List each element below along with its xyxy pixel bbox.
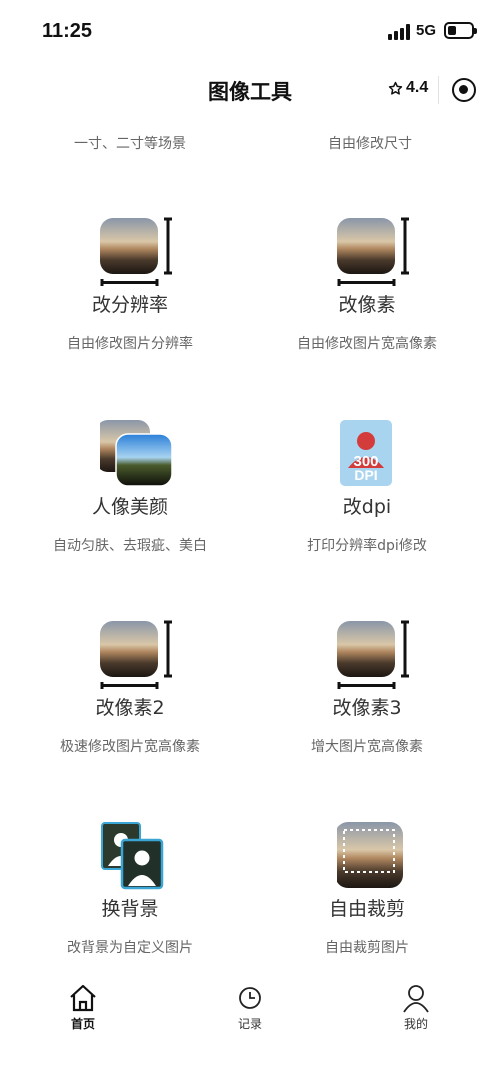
user-icon xyxy=(403,985,429,1013)
beauty-photos-icon xyxy=(100,420,173,487)
star-icon xyxy=(388,81,403,95)
tool-desc: 改背景为自定义图片 xyxy=(67,940,193,956)
tool-name: 改分辨率 xyxy=(91,294,168,316)
tool-name: 改像素 xyxy=(338,294,396,316)
rating-value: 4.4 xyxy=(406,79,429,96)
tab-records[interactable]: 记录 xyxy=(200,983,300,1043)
svg-text:DPI: DPI xyxy=(354,467,377,483)
tool-portrait-beauty[interactable]: 人像美颜 自动匀肤、去瑕疵、美白 xyxy=(5,418,255,608)
tab-label: 记录 xyxy=(237,1017,262,1031)
tool-name: 人像美颜 xyxy=(91,496,168,518)
tool-desc: 自由修改图片宽高像素 xyxy=(297,336,437,352)
resize-photo-icon xyxy=(337,620,409,689)
crop-photo-icon xyxy=(337,822,403,888)
navigation-bar: 图像工具 4.4 xyxy=(0,64,500,116)
tool-desc: 自由修改图片分辨率 xyxy=(67,336,193,352)
tool-desc: 自由裁剪图片 xyxy=(325,940,409,956)
tab-label: 我的 xyxy=(403,1017,428,1031)
resize-photo-icon xyxy=(100,217,172,286)
tool-change-pixels-3[interactable]: 改像素3 增大图片宽高像素 xyxy=(242,619,492,809)
tab-bar: 首页 记录 我的 xyxy=(0,975,500,1065)
top-row-desc-left: 一寸、二寸等场景 xyxy=(74,136,186,152)
dpi-icon: 300 DPI xyxy=(340,420,392,486)
rating-button[interactable]: 4.4 xyxy=(388,79,428,97)
resize-photo-icon xyxy=(337,217,409,286)
tool-change-pixels[interactable]: 改像素 自由修改图片宽高像素 xyxy=(242,216,492,406)
tab-mine[interactable]: 我的 xyxy=(366,983,466,1043)
tool-name: 改像素3 xyxy=(332,697,402,719)
home-icon xyxy=(70,984,96,1012)
tool-desc: 自动匀肤、去瑕疵、美白 xyxy=(53,538,207,554)
tool-desc: 打印分辨率dpi修改 xyxy=(307,538,427,554)
tool-desc: 增大图片宽高像素 xyxy=(311,739,423,755)
resize-photo-icon xyxy=(100,620,172,689)
close-miniprogram-icon[interactable] xyxy=(452,78,476,102)
tool-change-pixels-2[interactable]: 改像素2 极速修改图片宽高像素 xyxy=(5,619,255,809)
capsule-divider xyxy=(438,76,439,104)
tool-name: 换背景 xyxy=(101,898,159,920)
status-time: 11:25 xyxy=(42,20,93,42)
network-type: 5G xyxy=(416,22,437,39)
top-row-desc-right: 自由修改尺寸 xyxy=(328,136,412,152)
change-background-icon xyxy=(101,822,164,890)
tool-name: 改像素2 xyxy=(95,697,165,719)
status-bar: 11:25 5G xyxy=(0,0,500,64)
tab-label: 首页 xyxy=(70,1017,95,1031)
tool-name: 自由裁剪 xyxy=(328,898,405,920)
signal-icon xyxy=(388,24,410,40)
tool-name: 改dpi xyxy=(342,496,392,518)
tool-change-dpi[interactable]: 300 DPI 改dpi 打印分辨率dpi修改 xyxy=(242,418,492,608)
tab-home[interactable]: 首页 xyxy=(33,983,133,1043)
clock-icon xyxy=(239,987,261,1009)
tool-change-resolution[interactable]: 改分辨率 自由修改图片分辨率 xyxy=(5,216,255,406)
tool-desc: 极速修改图片宽高像素 xyxy=(60,739,200,755)
battery-icon xyxy=(444,22,477,39)
